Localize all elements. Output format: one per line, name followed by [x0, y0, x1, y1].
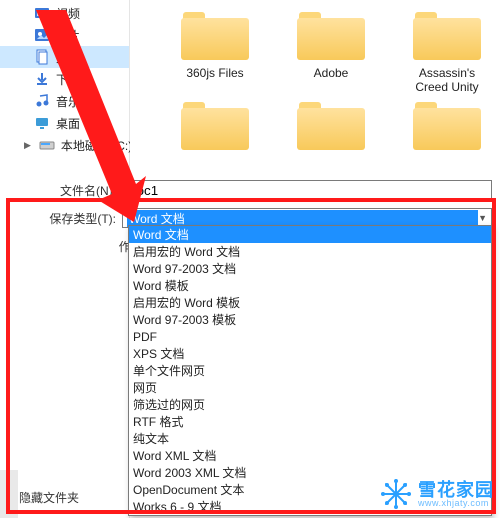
sidebar-label: 音乐 — [56, 93, 80, 110]
savetype-option[interactable]: Word 模板 — [129, 277, 491, 294]
folder-label: 360js Files — [186, 66, 243, 80]
savetype-option[interactable]: 筛选过的网页 — [129, 396, 491, 413]
music-icon — [34, 93, 50, 109]
desktop-icon — [34, 115, 50, 131]
savetype-option[interactable]: 启用宏的 Word 模板 — [129, 294, 491, 311]
sidebar-item-desktop[interactable]: 桌面 — [0, 112, 129, 134]
savetype-option[interactable]: RTF 格式 — [129, 413, 491, 430]
sidebar-label: 下载 — [56, 71, 80, 88]
savetype-option[interactable]: 纯文本 — [129, 430, 491, 447]
sidebar-item-pictures[interactable]: 图片 — [0, 24, 129, 46]
sidebar-item-drive-c[interactable]: ▶ 本地磁盘 (C:) — [0, 134, 129, 156]
hide-folders-label: 隐藏文件夹 — [19, 489, 79, 506]
filename-input[interactable] — [122, 180, 492, 200]
drive-icon — [39, 137, 55, 153]
watermark-url: www.xhjaty.com — [418, 499, 494, 508]
sidebar-label: 桌面 — [56, 115, 80, 132]
sidebar-item-videos[interactable]: 视频 — [0, 2, 129, 24]
sidebar-item-music[interactable]: 音乐 — [0, 90, 129, 112]
sidebar-label: 图片 — [56, 27, 80, 44]
sidebar-item-documents[interactable]: 文档 — [0, 46, 129, 68]
folder-item[interactable] — [402, 96, 492, 156]
chevron-right-icon: ▶ — [24, 140, 31, 151]
folder-item[interactable] — [286, 96, 376, 156]
folder-icon — [295, 6, 367, 62]
snowflake-icon — [380, 478, 412, 510]
savetype-option[interactable]: 启用宏的 Word 文档 — [129, 243, 491, 260]
savetype-option[interactable]: Word 97-2003 模板 — [129, 311, 491, 328]
folder-label: Assassin's Creed Unity — [402, 66, 492, 94]
sidebar-label: 文档 — [56, 49, 80, 66]
savetype-option[interactable]: Word 文档 — [129, 226, 491, 243]
savetype-option[interactable]: 网页 — [129, 379, 491, 396]
savetype-dropdown[interactable]: Word 文档 启用宏的 Word 文档 Word 97-2003 文档 Wor… — [128, 225, 492, 516]
folder-icon — [411, 6, 483, 62]
savetype-option[interactable]: 单个文件网页 — [129, 362, 491, 379]
video-icon — [34, 5, 50, 21]
savetype-option[interactable]: Word 97-2003 文档 — [129, 260, 491, 277]
sidebar-label: 本地磁盘 (C:) — [61, 137, 132, 154]
filename-row: 文件名(N): — [44, 178, 492, 202]
chevron-down-icon: ▼ — [478, 213, 487, 223]
watermark-text: 雪花家园 www.xhjaty.com — [418, 481, 494, 508]
folder-item[interactable] — [170, 96, 260, 156]
savetype-label: 保存类型(T): — [44, 210, 122, 227]
savetype-option[interactable]: PDF — [129, 328, 491, 345]
downloads-icon — [34, 71, 50, 87]
background-strip — [0, 470, 18, 518]
folder-label: Adobe — [314, 66, 349, 80]
documents-icon — [34, 49, 50, 65]
savetype-option[interactable]: XPS 文档 — [129, 345, 491, 362]
sidebar-tree: 视频 图片 文档 下载 音乐 — [0, 0, 129, 156]
filename-label: 文件名(N): — [44, 182, 122, 199]
pictures-icon — [34, 27, 50, 43]
file-grid-row2 — [170, 96, 492, 156]
folder-icon — [179, 96, 251, 152]
folder-icon — [295, 96, 367, 152]
folder-icon — [411, 96, 483, 152]
watermark-title: 雪花家园 — [418, 481, 494, 499]
hide-folders-toggle[interactable]: ▴ 隐藏文件夹 — [10, 489, 79, 506]
sidebar-label: 视频 — [56, 5, 80, 22]
folder-icon — [179, 6, 251, 62]
savetype-option[interactable]: Word XML 文档 — [129, 447, 491, 464]
sidebar-item-downloads[interactable]: 下载 — [0, 68, 129, 90]
savetype-selected: Word 文档 — [127, 210, 478, 227]
watermark: 雪花家园 www.xhjaty.com — [380, 478, 494, 510]
